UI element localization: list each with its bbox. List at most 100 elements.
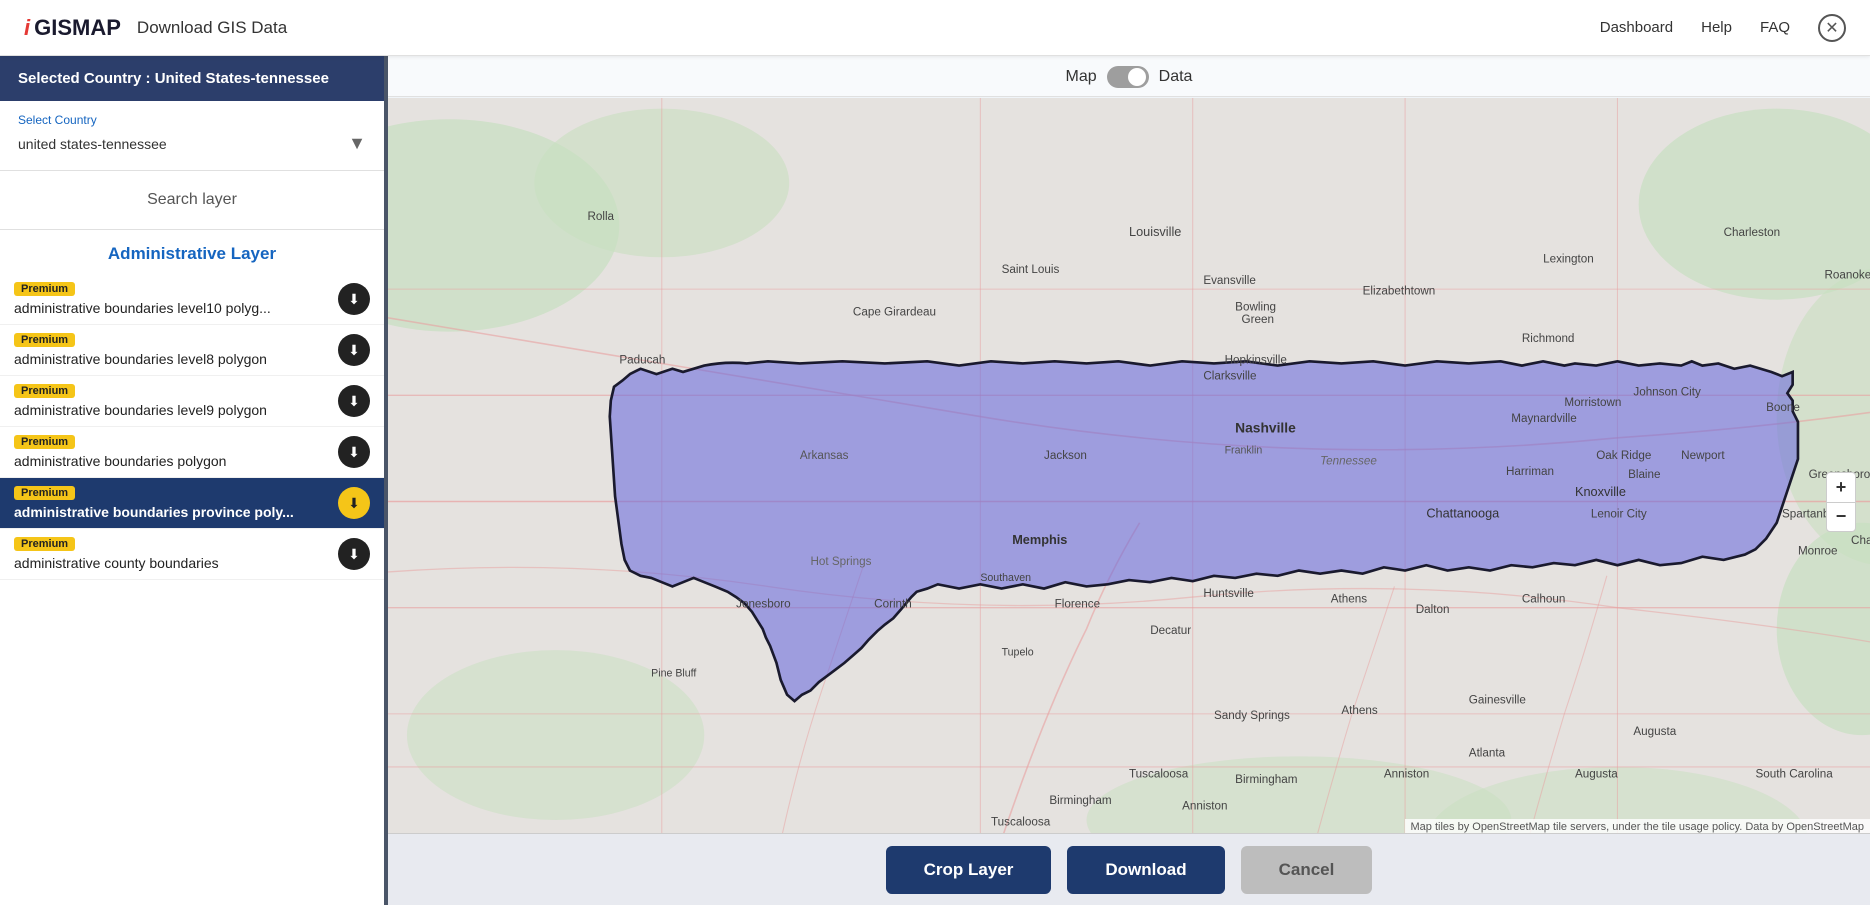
svg-text:Rolla: Rolla (587, 210, 614, 223)
download-button[interactable]: Download (1067, 846, 1224, 894)
svg-text:Chattanooga: Chattanooga (1426, 505, 1500, 520)
svg-text:Anniston: Anniston (1384, 768, 1429, 781)
premium-badge: Premium (14, 384, 75, 398)
help-link[interactable]: Help (1701, 19, 1732, 36)
download-arrow-icon: ⬇ (348, 495, 360, 512)
svg-text:Dalton: Dalton (1416, 603, 1450, 616)
premium-badge: Premium (14, 486, 75, 500)
country-dropdown[interactable]: united states-tennessee ▼ (18, 133, 366, 154)
svg-text:Birmingham: Birmingham (1235, 773, 1297, 786)
map-label: Map (1066, 68, 1097, 86)
layer-item[interactable]: Premium administrative boundaries provinc… (0, 478, 384, 529)
svg-text:Corinth: Corinth (874, 598, 912, 611)
svg-text:Hopkinsville: Hopkinsville (1225, 353, 1287, 366)
svg-text:Birmingham: Birmingham (1049, 794, 1111, 807)
download-layer-icon[interactable]: ⬇ (338, 538, 370, 570)
data-label: Data (1159, 68, 1193, 86)
svg-text:Tuscaloosa: Tuscaloosa (991, 815, 1051, 828)
layer-item[interactable]: Premiumadministrative boundaries level9 … (0, 376, 384, 427)
svg-text:Paducah: Paducah (619, 353, 665, 366)
svg-text:Tupelo: Tupelo (1002, 646, 1034, 658)
selected-country-banner: Selected Country : United States-tenness… (0, 56, 384, 101)
download-layer-icon[interactable]: ⬇ (338, 283, 370, 315)
crop-layer-button[interactable]: Crop Layer (886, 846, 1052, 894)
map-data-toggle[interactable] (1107, 66, 1149, 88)
download-layer-icon[interactable]: ⬇ (338, 385, 370, 417)
layer-name: administrative boundaries polygon (14, 453, 338, 469)
map-toggle-bar: Map Data (388, 56, 1870, 97)
dropdown-arrow-icon: ▼ (348, 133, 366, 154)
svg-text:Augusta: Augusta (1633, 725, 1676, 738)
download-layer-icon[interactable]: ⬇ (338, 487, 370, 519)
map-container: Louisville Rolla Saint Louis Cape Girard… (388, 98, 1870, 905)
svg-text:Franklin: Franklin (1225, 445, 1263, 457)
svg-text:Harriman: Harriman (1506, 465, 1554, 478)
close-button[interactable]: ✕ (1818, 14, 1846, 42)
download-layer-icon[interactable]: ⬇ (338, 436, 370, 468)
svg-text:Charleston: Charleston (1724, 226, 1780, 239)
zoom-in-button[interactable]: + (1826, 472, 1856, 502)
select-country-label: Select Country (18, 113, 366, 127)
svg-text:Athens: Athens (1341, 704, 1378, 717)
svg-text:Bowling: Bowling (1235, 300, 1276, 313)
svg-text:Arkansas: Arkansas (800, 449, 849, 462)
premium-badge: Premium (14, 282, 75, 296)
layer-name: administrative county boundaries (14, 555, 338, 571)
svg-text:Decatur: Decatur (1150, 624, 1191, 637)
select-country-section: Select Country united states-tennessee ▼ (0, 101, 384, 171)
layer-item[interactable]: Premium administrative boundaries polygon… (0, 427, 384, 478)
svg-text:Memphis: Memphis (1012, 532, 1067, 547)
svg-text:South Carolina: South Carolina (1755, 768, 1833, 781)
toggle-knob (1128, 68, 1146, 86)
faq-link[interactable]: FAQ (1760, 19, 1790, 36)
svg-text:Augusta: Augusta (1575, 768, 1618, 781)
svg-text:Charlotte: Charlotte (1851, 534, 1870, 547)
cancel-button[interactable]: Cancel (1241, 846, 1373, 894)
layer-item-left: Premium administrative boundaries polygon (14, 435, 338, 469)
svg-text:Newport: Newport (1681, 449, 1725, 462)
map-area: Map Data (388, 56, 1870, 905)
action-bar: Crop Layer Download Cancel (388, 833, 1870, 905)
svg-text:Louisville: Louisville (1129, 224, 1181, 239)
layer-item[interactable]: Premium administrative county boundaries⬇ (0, 529, 384, 580)
logo: iGISMAP (24, 15, 121, 41)
search-layer-label[interactable]: Search layer (147, 191, 237, 208)
layer-list: Premium administrative boundaries level10… (0, 274, 384, 660)
svg-text:Saint Louis: Saint Louis (1002, 263, 1060, 276)
svg-text:Pine Bluff: Pine Bluff (651, 668, 696, 680)
logo-i: i (24, 15, 30, 41)
svg-text:Southaven: Southaven (980, 572, 1031, 584)
layer-item-left: Premiumadministrative boundaries level9 … (14, 384, 338, 418)
premium-badge: Premium (14, 435, 75, 449)
download-arrow-icon: ⬇ (348, 342, 360, 359)
header-left: iGISMAP Download GIS Data (24, 15, 287, 41)
svg-text:Johnson City: Johnson City (1633, 385, 1701, 398)
svg-text:Tuscaloosa: Tuscaloosa (1129, 768, 1189, 781)
svg-text:Jackson: Jackson (1044, 449, 1087, 462)
layer-name: administrative boundaries province poly.… (14, 504, 338, 520)
svg-text:Anniston: Anniston (1182, 799, 1227, 812)
premium-badge: Premium (14, 333, 75, 347)
country-value: united states-tennessee (18, 136, 167, 152)
svg-text:Monroe: Monroe (1798, 545, 1838, 558)
zoom-out-button[interactable]: − (1826, 502, 1856, 532)
premium-badge: Premium (14, 537, 75, 551)
svg-text:Cape Girardeau: Cape Girardeau (853, 306, 936, 319)
svg-text:Evansville: Evansville (1203, 274, 1256, 287)
admin-layer-title: Administrative Layer (0, 230, 384, 274)
svg-text:Nashville: Nashville (1235, 420, 1296, 435)
svg-text:Boone: Boone (1766, 401, 1800, 414)
svg-text:Calhoun: Calhoun (1522, 592, 1565, 605)
sidebar: Selected Country : United States-tenness… (0, 56, 388, 905)
layer-item[interactable]: Premium administrative boundaries level10… (0, 274, 384, 325)
layer-item-left: Premium administrative boundaries provinc… (14, 486, 338, 520)
dashboard-link[interactable]: Dashboard (1600, 19, 1673, 36)
main-layout: Selected Country : United States-tenness… (0, 56, 1870, 905)
map-background: Louisville Rolla Saint Louis Cape Girard… (388, 98, 1870, 905)
layer-name: administrative boundaries level10 polyg.… (14, 300, 338, 316)
svg-text:Blaine: Blaine (1628, 468, 1660, 481)
download-layer-icon[interactable]: ⬇ (338, 334, 370, 366)
svg-text:Hot Springs: Hot Springs (810, 555, 871, 568)
layer-item[interactable]: Premiumadministrative boundaries level8 … (0, 325, 384, 376)
layer-item-left: Premium administrative boundaries level10… (14, 282, 338, 316)
